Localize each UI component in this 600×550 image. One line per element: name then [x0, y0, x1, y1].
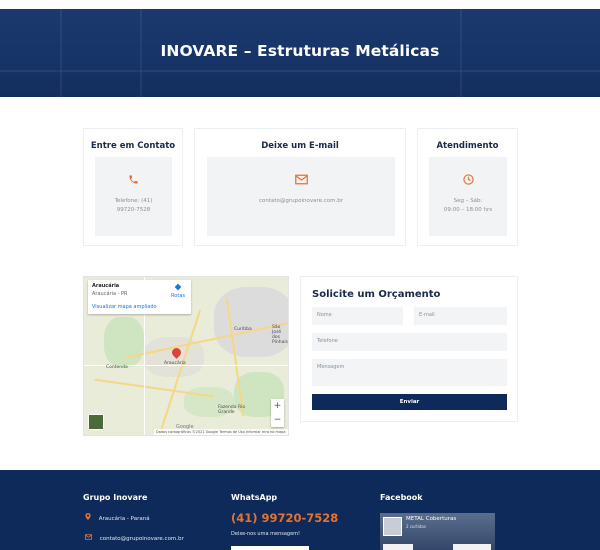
hero-texture [0, 70, 600, 72]
green-area [104, 317, 144, 367]
card-title: Deixe um E-mail [261, 141, 339, 151]
facebook-follow-button[interactable] [383, 544, 413, 550]
card-text: Telefone: (41) 99720-7528 [114, 198, 153, 213]
whatsapp-phone[interactable]: (41) 99720-7528 [231, 511, 338, 525]
satellite-toggle[interactable] [88, 414, 104, 430]
map-label: Curitiba [234, 327, 252, 332]
map-label: São José dos Pinhais [272, 325, 288, 345]
footer-heading: WhatsApp [231, 493, 278, 502]
whatsapp-button[interactable] [231, 546, 309, 550]
facebook-share-button[interactable] [453, 544, 491, 550]
envelope-icon [85, 534, 94, 542]
whatsapp-subtitle: Deixe-nos uma mensagem! [231, 531, 301, 537]
name-field[interactable]: Nome [312, 307, 403, 325]
enlarge-map-link[interactable]: Visualizar mapa ampliado [92, 304, 187, 310]
clock-icon [429, 174, 507, 188]
contact-card-email: Deixe um E-mail contato@grupoinovare.com… [194, 128, 406, 246]
map-marker-icon [85, 513, 93, 522]
zoom-out-button[interactable]: − [271, 413, 284, 427]
email-field[interactable]: E-mail [414, 307, 507, 325]
footer: Grupo Inovare Araucária - Paraná contato… [0, 470, 600, 550]
contact-card-phone: Entre em Contato Telefone: (41) 99720-75… [83, 128, 183, 246]
card-text: Seg – Sáb: 09:00 – 18:00 hrs [443, 198, 493, 213]
facebook-avatar [383, 517, 402, 536]
page-title: INOVARE – Estruturas Metálicas [160, 42, 440, 60]
card-body: Telefone: (41) 99720-7528 [95, 157, 172, 236]
directions-icon [171, 283, 185, 293]
map-label: Araucária [164, 361, 186, 366]
footer-email[interactable]: contato@grupoinovare.com.br [85, 534, 184, 542]
quote-form: Solicite um Orçamento Nome E-mail Telefo… [300, 276, 518, 422]
facebook-likes: 2 curtidas [406, 524, 426, 529]
zoom-control: + − [271, 399, 284, 427]
map-attribution: Dados cartográficos ©2021 Google Termos … [154, 429, 288, 435]
message-field[interactable]: Mensagem [312, 359, 507, 386]
zoom-in-button[interactable]: + [271, 399, 284, 413]
top-strip [0, 0, 600, 9]
form-title: Solicite um Orçamento [312, 289, 441, 300]
facebook-page-name[interactable]: METAL Coberturas [406, 516, 456, 522]
card-title: Entre em Contato [90, 141, 176, 151]
facebook-widget[interactable]: METAL Coberturas 2 curtidas [380, 513, 495, 550]
phone-field[interactable]: Telefone [312, 333, 507, 351]
card-email-text[interactable]: contato@grupoinovare.com.br [207, 197, 395, 206]
footer-location: Araucária - Paraná [85, 513, 150, 522]
footer-heading: Grupo Inovare [83, 493, 148, 502]
google-map[interactable]: Araucária Fazenda Rio Grande São José do… [83, 276, 289, 436]
envelope-icon [207, 174, 395, 188]
card-body: Seg – Sáb: 09:00 – 18:00 hrs [429, 157, 507, 236]
map-label: Contenda [106, 365, 128, 370]
hero-banner: INOVARE – Estruturas Metálicas [0, 0, 600, 97]
card-body: contato@grupoinovare.com.br [207, 157, 395, 236]
submit-button[interactable]: Enviar [312, 394, 507, 410]
directions-button[interactable]: Rotas [171, 283, 185, 299]
footer-heading: Facebook [380, 493, 423, 502]
map-info-card: Araucária Araucária - PR Visualizar mapa… [88, 280, 191, 314]
map-label: Fazenda Rio Grande [218, 405, 246, 415]
phone-icon [95, 174, 172, 188]
card-title: Atendimento [436, 141, 499, 151]
contact-card-hours: Atendimento Seg – Sáb: 09:00 – 18:00 hrs [417, 128, 518, 246]
